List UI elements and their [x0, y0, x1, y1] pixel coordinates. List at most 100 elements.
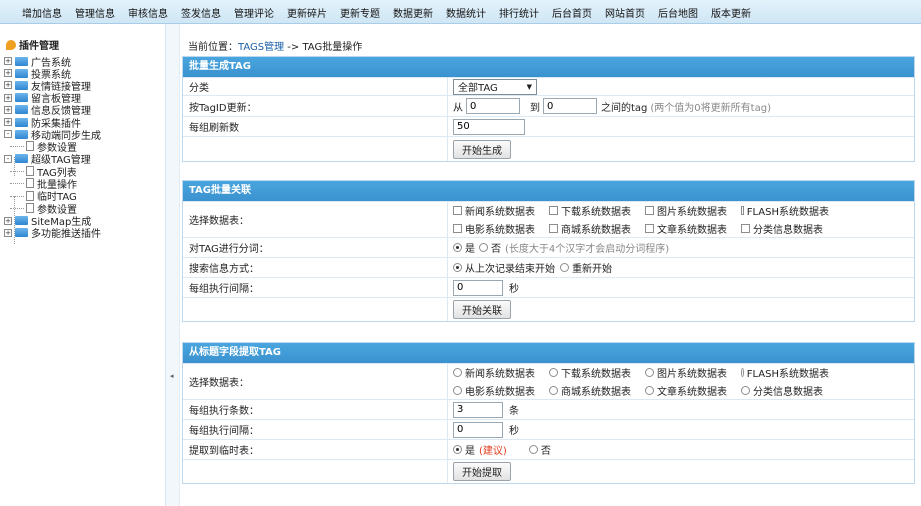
collapse-arrow-icon[interactable]: ◂ — [170, 372, 174, 380]
expand-icon[interactable]: + — [4, 216, 12, 225]
associate-table-option[interactable]: 分类信息数据表 — [741, 221, 829, 236]
top-menu-item[interactable]: 数据统计 — [446, 5, 486, 20]
radio-icon[interactable] — [453, 368, 462, 377]
collapse-icon[interactable]: - — [4, 154, 12, 163]
radio-icon[interactable] — [645, 386, 654, 395]
checkbox-icon[interactable] — [549, 206, 558, 215]
tagid-to-input[interactable] — [543, 98, 597, 114]
checkbox-icon[interactable] — [645, 224, 654, 233]
checkbox-icon[interactable] — [741, 206, 744, 215]
top-menu-item[interactable]: 版本更新 — [711, 5, 751, 20]
associate-interval-input[interactable] — [453, 279, 503, 296]
top-menu-item[interactable]: 增加信息 — [22, 5, 62, 20]
sidebar-collapse-handle[interactable]: ◂ — [166, 24, 180, 506]
top-menu-bar: 增加信息 管理信息 审核信息 签发信息 管理评论 更新碎片 更新专题 数据更新 数据统计 排行统计… — [0, 0, 921, 24]
search-mode-row: 搜索信息方式： 从上次记录结束开始 重新开始 — [183, 257, 914, 277]
tagid-from-input[interactable] — [466, 98, 520, 114]
radio-icon[interactable] — [549, 386, 558, 395]
document-icon — [26, 166, 34, 176]
top-menu-item[interactable]: 管理评论 — [234, 5, 274, 20]
batch-generate-panel: 批量生成TAG 分类 全部TAG▼ 按TagID更新： 从 到 之间的tag (… — [182, 56, 915, 162]
segment-yes-radio[interactable]: 是 — [453, 240, 475, 255]
folder-icon — [15, 80, 28, 90]
document-icon — [26, 178, 34, 189]
start-associate-button[interactable]: 开始关联 — [453, 300, 511, 319]
category-select[interactable]: 全部TAG ▼ — [453, 78, 537, 95]
extract-action-row: 开始提取 — [183, 459, 914, 483]
associate-interval-row: 每组执行间隔： 秒 — [183, 277, 914, 297]
extract-table-radios: 新闻系统数据表 下载系统数据表 图片系统数据表 FLASH系统数据表电影系统数据表 商城… — [453, 365, 837, 398]
associate-table-option[interactable]: 商城系统数据表 — [549, 221, 637, 236]
folder-icon — [15, 228, 28, 238]
expand-icon[interactable]: + — [4, 93, 12, 102]
associate-table-option[interactable]: FLASH系统数据表 — [741, 203, 829, 218]
breadcrumb: 当前位置：TAGS管理 -> TAG批量操作 — [188, 42, 363, 53]
radio-icon[interactable] — [549, 368, 558, 377]
associate-table-checkboxes: 新闻系统数据表 下载系统数据表 图片系统数据表 FLASH系统数据表电影系统数据表 商城… — [453, 203, 837, 236]
segment-no-radio[interactable]: 否 — [479, 240, 501, 255]
search-restart-radio[interactable]: 重新开始 — [560, 260, 612, 275]
plugin-icon — [6, 39, 16, 50]
folder-icon — [15, 216, 28, 226]
extract-count-input[interactable] — [453, 401, 503, 418]
document-icon — [26, 203, 34, 214]
folder-icon — [15, 154, 28, 164]
extract-table-option[interactable]: 分类信息数据表 — [741, 383, 829, 398]
checkbox-icon[interactable] — [741, 224, 750, 233]
top-menu-item[interactable]: 网站首页 — [605, 5, 645, 20]
top-menu-item[interactable]: 更新碎片 — [287, 5, 327, 20]
radio-icon[interactable] — [741, 386, 750, 395]
extract-table-option[interactable]: 图片系统数据表 — [645, 365, 733, 380]
sidebar-item[interactable]: + 多功能推送插件 — [4, 227, 101, 241]
top-menu: 增加信息 管理信息 审核信息 签发信息 管理评论 更新碎片 更新专题 数据更新 数据统计 排行统计… — [0, 0, 921, 24]
radio-icon[interactable] — [453, 386, 462, 395]
per-group-input[interactable] — [453, 118, 525, 135]
category-row: 分类 全部TAG ▼ — [183, 77, 914, 95]
collapse-icon[interactable]: - — [4, 130, 12, 139]
associate-table-option[interactable]: 电影系统数据表 — [453, 221, 541, 236]
associate-table-option[interactable]: 文章系统数据表 — [645, 221, 733, 236]
checkbox-icon[interactable] — [549, 224, 558, 233]
top-menu-item[interactable]: 数据更新 — [393, 5, 433, 20]
expand-icon[interactable]: + — [4, 69, 12, 78]
associate-table-option[interactable]: 下载系统数据表 — [549, 203, 637, 218]
top-menu-item[interactable]: 后台地图 — [658, 5, 698, 20]
top-menu-item[interactable]: 签发信息 — [181, 5, 221, 20]
start-extract-button[interactable]: 开始提取 — [453, 462, 511, 481]
expand-icon[interactable]: + — [4, 81, 12, 90]
top-menu-item[interactable]: 管理信息 — [75, 5, 115, 20]
top-menu-item[interactable]: 后台首页 — [552, 5, 592, 20]
checkbox-icon[interactable] — [453, 206, 462, 215]
document-icon — [26, 190, 34, 201]
extract-table-option[interactable]: 下载系统数据表 — [549, 365, 637, 380]
extract-table-option[interactable]: 商城系统数据表 — [549, 383, 637, 398]
top-menu-item[interactable]: 排行统计 — [499, 5, 539, 20]
associate-table-option[interactable]: 图片系统数据表 — [645, 203, 733, 218]
extract-table-option[interactable]: 电影系统数据表 — [453, 383, 541, 398]
expand-icon[interactable]: + — [4, 118, 12, 126]
start-generate-button[interactable]: 开始生成 — [453, 139, 511, 159]
associate-table-option[interactable]: 新闻系统数据表 — [453, 203, 541, 218]
expand-icon[interactable]: + — [4, 105, 12, 114]
radio-icon[interactable] — [645, 368, 654, 377]
temp-table-row: 提取到临时表： 是 (建议) 否 — [183, 439, 914, 459]
search-from-last-radio[interactable]: 从上次记录结束开始 — [453, 260, 555, 275]
expand-icon[interactable]: + — [4, 57, 12, 65]
radio-icon[interactable] — [741, 368, 744, 377]
temp-no-radio[interactable]: 否 — [528, 442, 551, 457]
extract-tables-row: 选择数据表： 新闻系统数据表 下载系统数据表 图片系统数据表 FLASH系统数据表 电影… — [183, 363, 914, 399]
expand-icon[interactable]: + — [4, 228, 12, 237]
batch-associate-panel: TAG批量关联 选择数据表： 新闻系统数据表 下载系统数据表 图片系统数据表 FLAS… — [182, 180, 915, 322]
top-menu-item[interactable]: 更新专题 — [340, 5, 380, 20]
sidebar-item-label: 多功能推送插件 — [31, 229, 101, 241]
panel-title: 批量生成TAG — [183, 57, 914, 77]
checkbox-icon[interactable] — [453, 224, 462, 233]
extract-table-option[interactable]: FLASH系统数据表 — [741, 365, 829, 380]
breadcrumb-link[interactable]: TAGS管理 — [238, 42, 284, 53]
temp-yes-radio[interactable]: 是 — [453, 442, 475, 457]
extract-table-option[interactable]: 文章系统数据表 — [645, 383, 733, 398]
checkbox-icon[interactable] — [645, 206, 654, 215]
top-menu-item[interactable]: 审核信息 — [128, 5, 168, 20]
extract-table-option[interactable]: 新闻系统数据表 — [453, 365, 541, 380]
extract-interval-input[interactable] — [453, 421, 503, 438]
